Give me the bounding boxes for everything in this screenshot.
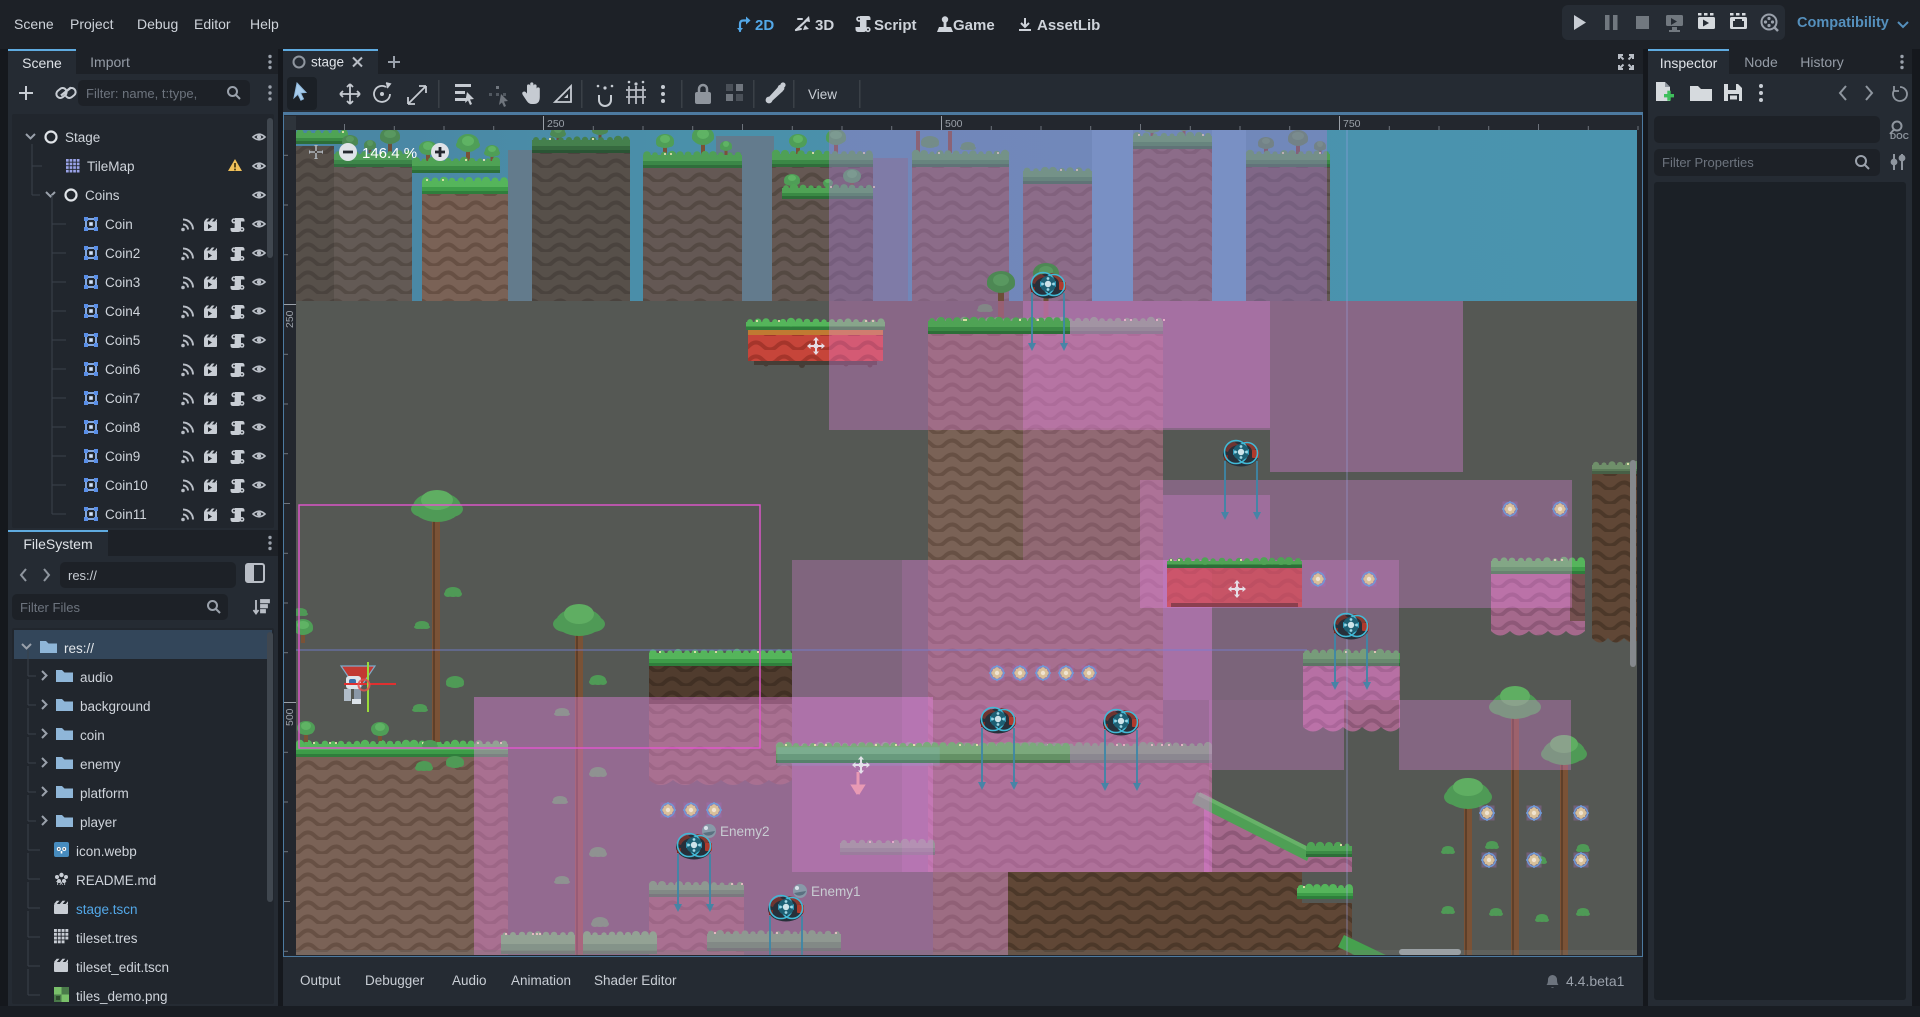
svg-text:audio: audio: [80, 670, 113, 685]
svg-text:Coin5: Coin5: [105, 333, 140, 348]
svg-text:Coin4: Coin4: [105, 304, 141, 319]
svg-text:enemy: enemy: [80, 757, 121, 772]
svg-text:Coin2: Coin2: [105, 246, 140, 261]
svg-text:Coin6: Coin6: [105, 362, 140, 377]
svg-text:tiles_demo.png: tiles_demo.png: [76, 989, 168, 1004]
svg-text:2D: 2D: [755, 17, 774, 34]
svg-text:Coin: Coin: [105, 217, 133, 232]
svg-text:750: 750: [1343, 118, 1361, 130]
svg-text:TileMap: TileMap: [87, 159, 135, 174]
svg-text:Coin8: Coin8: [105, 420, 140, 435]
svg-text:Stage: Stage: [65, 130, 100, 145]
svg-text:Enemy1: Enemy1: [811, 884, 861, 899]
svg-text:TXT: TXT: [56, 881, 67, 887]
svg-text:Coin11: Coin11: [105, 507, 147, 522]
svg-text:Coins: Coins: [85, 188, 120, 203]
svg-text:View: View: [808, 87, 837, 102]
svg-text:tileset.tres: tileset.tres: [76, 931, 138, 946]
svg-text:stage.tscn: stage.tscn: [76, 902, 138, 917]
svg-text:icon.webp: icon.webp: [76, 844, 137, 859]
svg-text:3D: 3D: [815, 17, 834, 34]
svg-text:platform: platform: [80, 786, 129, 801]
svg-text:player: player: [80, 815, 117, 830]
svg-text:tileset_edit.tscn: tileset_edit.tscn: [76, 960, 169, 975]
svg-text:250: 250: [284, 310, 296, 328]
svg-text:background: background: [80, 699, 151, 714]
svg-text:Coin9: Coin9: [105, 449, 140, 464]
svg-text:Game: Game: [953, 17, 995, 34]
svg-text:Coin10: Coin10: [105, 478, 148, 493]
svg-text:Coin3: Coin3: [105, 275, 140, 290]
svg-text:README.md: README.md: [76, 873, 156, 888]
svg-text:res://: res://: [64, 641, 94, 656]
svg-text:Enemy2: Enemy2: [720, 824, 770, 839]
svg-text:500: 500: [284, 708, 296, 726]
svg-text:coin: coin: [80, 728, 105, 743]
svg-text:stage: stage: [311, 55, 344, 70]
svg-text:500: 500: [945, 118, 963, 130]
svg-text:Coin7: Coin7: [105, 391, 140, 406]
svg-text:Script: Script: [874, 17, 917, 34]
svg-text:AssetLib: AssetLib: [1037, 17, 1100, 34]
svg-text:DOC: DOC: [1890, 131, 1909, 141]
svg-text:250: 250: [547, 118, 565, 130]
svg-text:146.4 %: 146.4 %: [362, 145, 417, 162]
